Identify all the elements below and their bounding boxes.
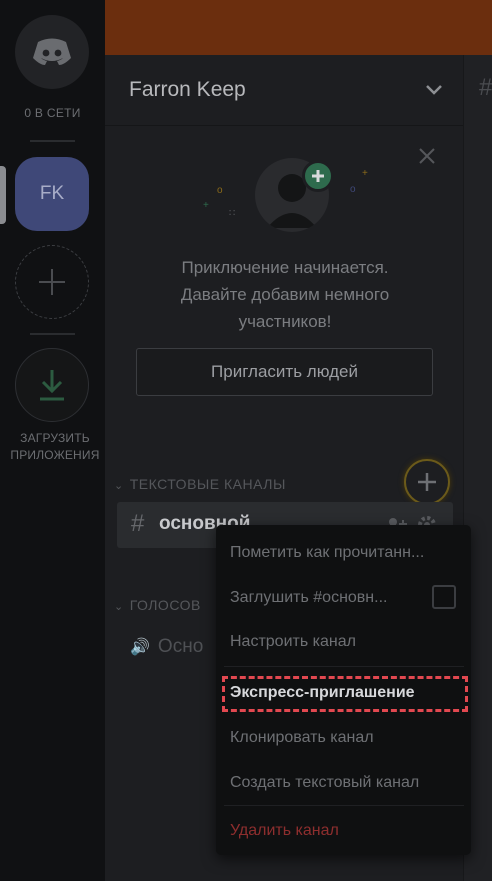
category-label: ТЕКСТОВЫЕ КАНАЛЫ (129, 476, 286, 492)
voice-channels-category[interactable]: ⌄ ГОЛОСОВ (114, 597, 201, 613)
confetti-icon: o (350, 184, 356, 195)
download-label-line: ЗАГРУЗИТЬ (20, 431, 90, 445)
rail-divider (30, 140, 75, 142)
menu-divider (224, 666, 464, 667)
download-apps-button[interactable] (15, 348, 89, 422)
invite-message-line: Давайте добавим немного (180, 285, 390, 304)
menu-item-create-text-channel[interactable]: Создать текстовый канал (230, 774, 419, 792)
discord-logo-icon (33, 38, 71, 65)
text-channel-hash-icon: # (131, 510, 145, 537)
add-person-badge-icon (302, 160, 334, 192)
download-apps-label: ЗАГРУЗИТЬ ПРИЛОЖЕНИЯ (0, 430, 110, 464)
online-count-label: 0 В СЕТИ (24, 106, 81, 120)
voice-channel-item[interactable]: 🔊 Осно (130, 636, 203, 658)
menu-item-edit-channel[interactable]: Настроить канал (230, 633, 356, 651)
rail-divider (30, 333, 75, 335)
add-channel-button[interactable] (404, 459, 450, 505)
menu-item-delete-channel[interactable]: Удалить канал (230, 822, 339, 840)
speaker-icon: 🔊 (130, 639, 150, 656)
confetti-icon: + (362, 168, 368, 179)
confetti-icon: ∷ (229, 208, 236, 219)
mute-checkbox[interactable] (432, 585, 456, 609)
hash-icon: # (479, 74, 492, 101)
server-icon-fk[interactable]: FK (15, 157, 89, 231)
selected-server-indicator (0, 166, 6, 224)
text-channels-category[interactable]: ⌄ ТЕКСТОВЫЕ КАНАЛЫ (114, 476, 286, 492)
discord-home-button[interactable] (15, 15, 89, 89)
add-server-button[interactable] (15, 245, 89, 319)
confetti-icon: o (217, 185, 223, 196)
menu-divider (224, 805, 464, 806)
download-icon (40, 370, 64, 401)
chevron-down-icon: ⌄ (114, 480, 124, 492)
plus-icon (39, 269, 65, 295)
category-label: ГОЛОСОВ (129, 597, 201, 613)
invite-message: Приключение начинается. Давайте добавим … (140, 254, 430, 335)
invite-message-line: участников! (238, 312, 332, 331)
close-icon[interactable] (418, 147, 436, 165)
menu-item-clone-channel[interactable]: Клонировать канал (230, 729, 374, 747)
menu-item-mark-read[interactable]: Пометить как прочитанн... (230, 544, 424, 562)
chevron-down-icon[interactable] (424, 82, 444, 98)
download-label-line: ПРИЛОЖЕНИЯ (10, 448, 100, 462)
top-banner (105, 0, 492, 55)
invite-people-button[interactable]: Пригласить людей (136, 348, 433, 396)
menu-item-instant-invite[interactable]: Экспресс-приглашение (230, 684, 415, 702)
chevron-down-icon: ⌄ (114, 601, 124, 613)
server-name: Farron Keep (129, 78, 246, 101)
voice-channel-name: Осно (157, 636, 204, 657)
plus-icon (418, 473, 436, 491)
menu-item-mute-channel[interactable]: Заглушить #основн... (230, 589, 387, 607)
invite-message-line: Приключение начинается. (181, 258, 389, 277)
confetti-icon: + (203, 200, 209, 211)
